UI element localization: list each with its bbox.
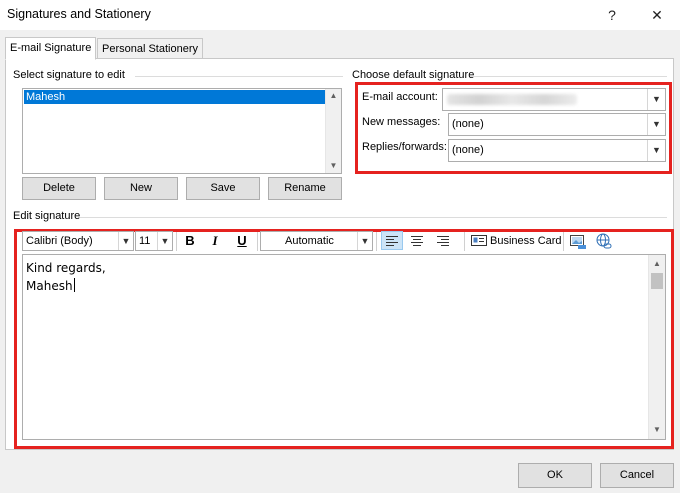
business-card-label: Business Card	[490, 235, 562, 247]
replies-forwards-value: (none)	[452, 144, 484, 156]
scroll-down-icon[interactable]: ▼	[326, 159, 341, 173]
font-size-select[interactable]: 11 ▼	[135, 231, 173, 251]
save-button[interactable]: Save	[186, 177, 260, 200]
business-card-icon	[471, 235, 487, 246]
replies-forwards-select[interactable]: (none) ▼	[448, 139, 666, 162]
chevron-down-icon[interactable]: ▼	[357, 232, 372, 250]
group-divider	[135, 76, 343, 77]
hyperlink-button[interactable]	[595, 232, 613, 250]
toolbar-separator	[176, 232, 177, 251]
help-button[interactable]: ?	[601, 4, 623, 26]
align-right-button[interactable]	[433, 231, 453, 250]
chevron-down-icon[interactable]: ▼	[647, 140, 665, 161]
toolbar-separator	[257, 232, 258, 251]
redacted-account	[447, 94, 577, 105]
email-account-select[interactable]: ▼	[442, 88, 666, 111]
signature-text[interactable]: Kind regards, Mahesh	[26, 259, 106, 295]
new-messages-value: (none)	[452, 118, 484, 130]
list-scrollbar[interactable]: ▲ ▼	[325, 89, 341, 173]
align-center-button[interactable]	[407, 231, 427, 250]
font-color-value: Automatic	[285, 235, 334, 247]
align-left-icon	[386, 236, 398, 246]
chevron-down-icon[interactable]: ▼	[157, 232, 172, 250]
new-button[interactable]: New	[104, 177, 178, 200]
ok-button[interactable]: OK	[518, 463, 592, 488]
chevron-down-icon[interactable]: ▼	[647, 89, 665, 110]
signature-line-with-caret: Mahesh	[26, 277, 106, 295]
signature-line: Kind regards,	[26, 261, 106, 275]
toolbar-separator	[563, 232, 564, 251]
new-messages-label: New messages:	[362, 116, 441, 128]
select-signature-label: Select signature to edit	[13, 69, 125, 81]
underline-button[interactable]: U	[233, 232, 251, 250]
group-divider	[470, 76, 667, 77]
signature-line: Mahesh	[26, 279, 73, 293]
scroll-thumb[interactable]	[651, 273, 663, 289]
scroll-down-icon[interactable]: ▼	[649, 423, 665, 437]
tab-personal-stationery[interactable]: Personal Stationery	[97, 38, 203, 60]
globe-link-icon	[596, 233, 612, 249]
align-center-icon	[411, 236, 423, 246]
italic-button[interactable]: I	[206, 232, 224, 250]
title-bar: Signatures and Stationery ? ✕	[0, 0, 680, 30]
rename-button[interactable]: Rename	[268, 177, 342, 200]
group-divider	[80, 217, 667, 218]
tab-email-signature[interactable]: E-mail Signature	[5, 37, 97, 60]
delete-button[interactable]: Delete	[22, 177, 96, 200]
scroll-up-icon[interactable]: ▲	[649, 257, 665, 271]
chevron-down-icon[interactable]: ▼	[647, 114, 665, 135]
text-caret	[73, 278, 75, 292]
edit-signature-label: Edit signature	[13, 210, 81, 222]
tab-personal-stationery-label: Personal Stationery	[102, 43, 198, 55]
toolbar-separator	[464, 232, 465, 251]
new-messages-select[interactable]: (none) ▼	[448, 113, 666, 136]
font-size-value: 11	[139, 235, 151, 247]
insert-picture-button[interactable]	[569, 232, 587, 250]
replies-forwards-label: Replies/forwards:	[362, 141, 447, 153]
align-left-button[interactable]	[381, 231, 403, 250]
bold-button[interactable]: B	[181, 232, 199, 250]
insert-picture-icon	[570, 235, 586, 249]
signature-list[interactable]: Mahesh ▲ ▼	[22, 88, 342, 174]
close-button[interactable]: ✕	[646, 4, 668, 26]
signature-editor[interactable]: Kind regards, Mahesh ▲ ▼	[22, 254, 666, 440]
font-value: Calibri (Body)	[26, 235, 93, 247]
cancel-button[interactable]: Cancel	[600, 463, 674, 488]
list-item[interactable]: Mahesh	[24, 90, 327, 104]
tab-email-signature-label: E-mail Signature	[10, 42, 92, 54]
editor-scrollbar[interactable]: ▲ ▼	[648, 255, 665, 439]
toolbar-separator	[376, 232, 377, 251]
default-signature-label: Choose default signature	[352, 69, 475, 81]
window-title: Signatures and Stationery	[7, 7, 151, 21]
chevron-down-icon[interactable]: ▼	[118, 232, 133, 250]
align-right-icon	[437, 236, 449, 246]
font-select[interactable]: Calibri (Body) ▼	[22, 231, 134, 251]
scroll-up-icon[interactable]: ▲	[326, 89, 341, 103]
email-account-label: E-mail account:	[362, 91, 438, 103]
font-color-select[interactable]: Automatic ▼	[260, 231, 373, 251]
